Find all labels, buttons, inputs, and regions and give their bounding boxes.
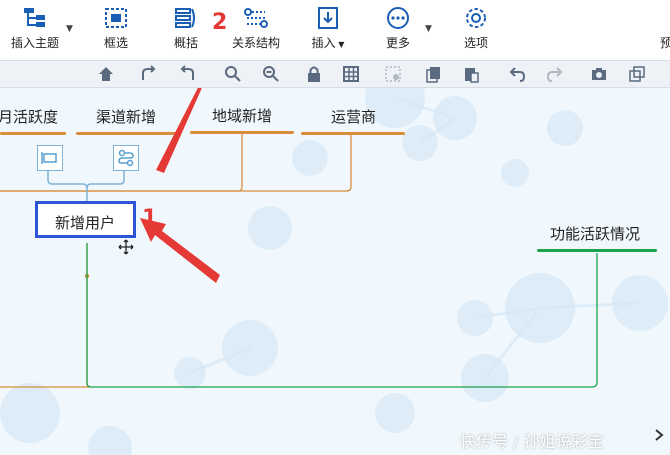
summary-icon (175, 8, 195, 28)
insert-label: 插入 ▼ (311, 36, 345, 50)
more-button[interactable]: 更多 (380, 6, 416, 51)
more-dropdown-icon[interactable]: ▼ (425, 24, 432, 34)
more-icon (387, 7, 409, 29)
secondary-toolbar (0, 61, 670, 88)
summary-button[interactable]: 概括 (168, 6, 204, 51)
relationship-button[interactable]: 关系结构 (228, 6, 284, 51)
relationship-icon (244, 8, 268, 28)
scroll-right-icon[interactable] (652, 428, 666, 442)
annotation-number-1: 1 (142, 206, 158, 231)
undo-icon[interactable] (508, 65, 526, 83)
zoom-out-icon[interactable] (262, 65, 280, 83)
annotation-arrows (140, 88, 220, 283)
home-icon[interactable] (97, 65, 115, 83)
zoom-in-icon[interactable] (224, 65, 242, 83)
preview-button-partial[interactable]: 预 (660, 6, 670, 51)
format-painter-icon[interactable] (384, 65, 402, 83)
lock-icon[interactable] (305, 65, 323, 83)
redo-icon[interactable] (546, 65, 564, 83)
select-label: 框选 (103, 36, 128, 50)
arrow-to-relationship (156, 88, 202, 173)
insert-topic-label: 插入主题 (10, 36, 59, 50)
ribbon: 插入主题 ▼ 框选 概括 关系结构 插入 ▼ 更多 ▼ 选项 预 (0, 0, 670, 61)
select-button[interactable]: 框选 (98, 6, 134, 51)
insert-button[interactable]: 插入 ▼ (308, 6, 348, 51)
summary-label: 概括 (173, 36, 198, 50)
annotation-number-2: 2 (212, 10, 228, 35)
gear-icon (466, 8, 486, 28)
unfold-icon[interactable] (178, 65, 196, 83)
grid-icon[interactable] (342, 65, 360, 83)
copy-icon[interactable] (425, 65, 443, 83)
more-label: 更多 (385, 36, 410, 50)
paste-icon[interactable] (462, 65, 480, 83)
watermark: 快传号 / 孙姐说彩宝 (460, 432, 604, 451)
mindmap-canvas[interactable]: 月活跃度 渠道新增 地域新增 运营商 新增用户 功能活跃情况 1 快传号 / 孙… (0, 88, 670, 455)
fold-icon[interactable] (140, 65, 158, 83)
options-label: 选项 (463, 36, 488, 50)
insert-icon (318, 7, 338, 29)
camera-icon[interactable] (590, 65, 608, 83)
insert-topic-icon (24, 8, 45, 27)
select-box-icon (105, 8, 127, 28)
options-button[interactable]: 选项 (458, 6, 494, 51)
window-icon[interactable] (628, 65, 646, 83)
relationship-label: 关系结构 (231, 36, 280, 50)
insert-topic-button[interactable]: 插入主题 (6, 6, 64, 51)
insert-topic-dropdown-icon[interactable]: ▼ (66, 24, 73, 34)
